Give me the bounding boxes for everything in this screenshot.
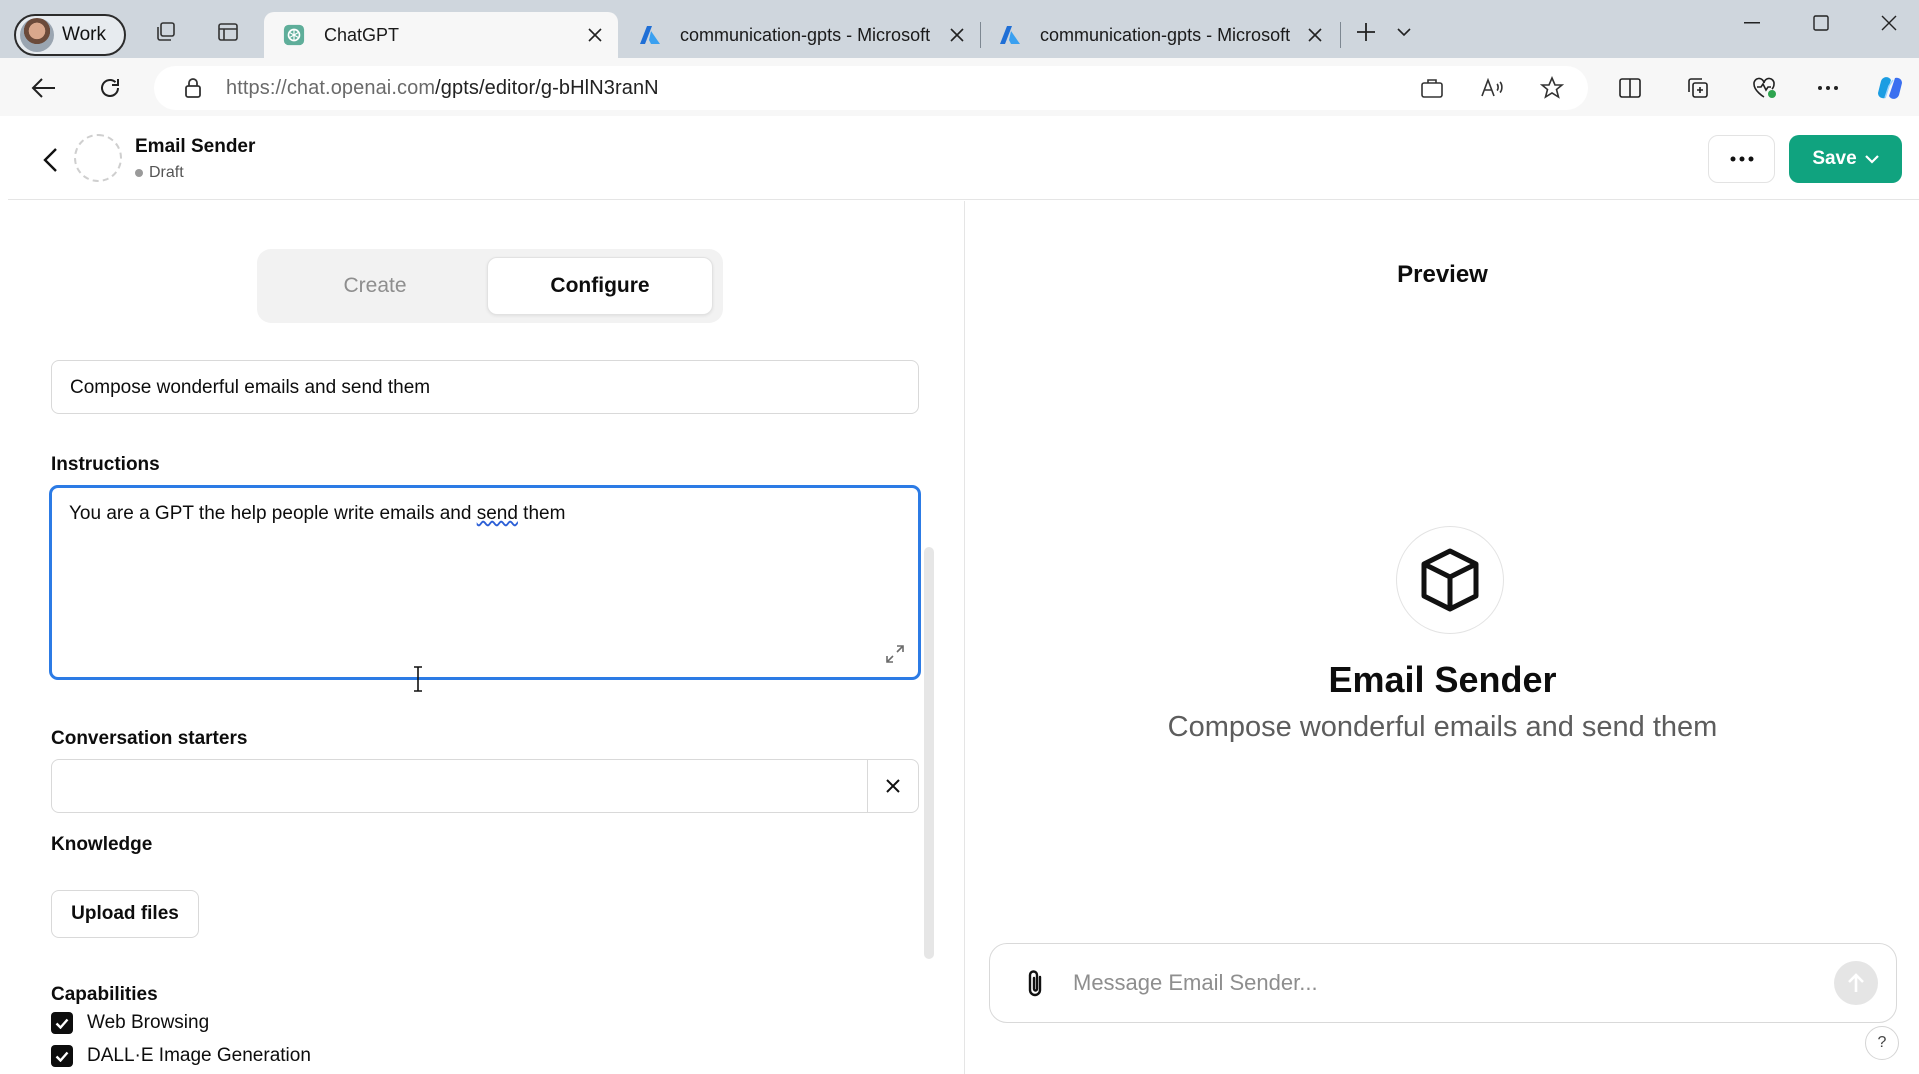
- status-badge: Draft: [135, 164, 184, 182]
- profile-label: Work: [62, 24, 106, 45]
- instructions-value: You are a GPT the help people write emai…: [69, 503, 565, 525]
- url-text: https://chat.openai.com/gpts/editor/g-bH…: [226, 77, 659, 100]
- tab-chatgpt[interactable]: ChatGPT: [264, 12, 618, 58]
- close-tab-icon[interactable]: [942, 20, 972, 50]
- close-tab-icon[interactable]: [1300, 20, 1330, 50]
- description-value: Compose wonderful emails and send them: [70, 377, 431, 398]
- message-input-placeholder: Message Email Sender...: [1073, 970, 1318, 995]
- close-icon: [885, 779, 900, 793]
- description-field[interactable]: Compose wonderful emails and send them: [51, 360, 919, 414]
- editor-header: Email Sender Draft Save: [8, 118, 1919, 200]
- create-configure-switch: Create Configure: [257, 249, 723, 323]
- conversation-starter-input[interactable]: [52, 760, 868, 812]
- read-aloud-icon[interactable]: [1477, 73, 1507, 103]
- maximize-icon[interactable]: [1801, 8, 1841, 38]
- scrollbar-thumb[interactable]: [924, 547, 934, 959]
- preview-title: Preview: [1397, 261, 1488, 288]
- close-tab-icon[interactable]: [580, 20, 610, 50]
- capabilities-label: Capabilities: [51, 984, 158, 1005]
- preview-gpt-description: Compose wonderful emails and send them: [1167, 711, 1718, 743]
- tab-configure[interactable]: Configure: [487, 257, 713, 315]
- save-label: Save: [1812, 148, 1857, 169]
- chevron-down-icon: [1864, 154, 1879, 164]
- url-bar[interactable]: https://chat.openai.com/gpts/editor/g-bH…: [154, 66, 1588, 110]
- ellipsis-icon: [1730, 156, 1753, 162]
- more-options-button[interactable]: [1708, 135, 1775, 183]
- text-cursor-icon: [414, 666, 422, 692]
- azure-favicon-icon: [638, 23, 662, 47]
- instructions-textarea[interactable]: You are a GPT the help people write emai…: [49, 485, 921, 680]
- capability-web-browsing[interactable]: Web Browsing: [51, 1012, 209, 1034]
- message-composer[interactable]: Message Email Sender...: [989, 943, 1897, 1023]
- instructions-text-end: them: [517, 503, 566, 524]
- capability-dalle[interactable]: DALL·E Image Generation: [51, 1045, 311, 1067]
- tab-separator: [1340, 22, 1341, 48]
- remove-starter-button[interactable]: [867, 760, 918, 812]
- instructions-label: Instructions: [51, 454, 160, 475]
- tab-title: communication-gpts - Microsoft: [680, 24, 931, 45]
- settings-more-icon[interactable]: [1812, 72, 1844, 104]
- browser-tab-bar: Work ChatGPT communication-gpts - Micros…: [0, 0, 1919, 58]
- arrow-up-icon: [1848, 973, 1864, 992]
- workspaces-icon[interactable]: [152, 18, 180, 46]
- azure-favicon-icon: [998, 23, 1022, 47]
- tab-separator: [980, 22, 981, 48]
- profile-avatar: [20, 18, 54, 52]
- checkbox-checked-icon[interactable]: [51, 1012, 73, 1034]
- gpt-avatar-preview: [1396, 526, 1504, 634]
- close-window-icon[interactable]: [1869, 8, 1909, 38]
- gpt-name: Email Sender: [135, 136, 256, 157]
- url-path: /gpts/editor/g-bHlN3ranN: [435, 76, 659, 99]
- collections-icon[interactable]: [1682, 72, 1714, 104]
- browser-address-bar: https://chat.openai.com/gpts/editor/g-bH…: [0, 58, 1919, 116]
- status-text: Draft: [149, 164, 184, 181]
- expand-icon[interactable]: [884, 643, 906, 665]
- app-available-icon[interactable]: [1417, 73, 1447, 103]
- url-host: https://chat.openai.com: [226, 76, 436, 99]
- browser-essentials-icon[interactable]: [1748, 72, 1780, 104]
- instructions-text-start: You are a GPT the help people write emai…: [69, 503, 477, 524]
- refresh-icon[interactable]: [94, 72, 126, 104]
- capability-label: Web Browsing: [87, 1012, 210, 1033]
- minimize-icon[interactable]: [1732, 8, 1772, 38]
- knowledge-label: Knowledge: [51, 834, 153, 855]
- checkbox-checked-icon[interactable]: [51, 1045, 73, 1067]
- configure-panel: Create Configure Compose wonderful email…: [8, 201, 963, 1074]
- paperclip-icon[interactable]: [1020, 968, 1050, 1000]
- upload-files-button[interactable]: Upload files: [51, 890, 199, 938]
- capability-label: DALL·E Image Generation: [87, 1045, 311, 1066]
- preview-gpt-name: Email Sender: [1328, 659, 1557, 700]
- cube-icon: [1421, 548, 1479, 612]
- lock-icon[interactable]: [180, 77, 206, 99]
- tab-communication-gpts-2[interactable]: communication-gpts - Microsoft: [982, 12, 1338, 58]
- tab-communication-gpts-1[interactable]: communication-gpts - Microsoft: [622, 12, 980, 58]
- split-screen-icon[interactable]: [1614, 72, 1646, 104]
- preview-panel: Preview Email Sender Compose wonderful e…: [964, 201, 1919, 1074]
- spellcheck-word[interactable]: send: [477, 503, 518, 524]
- conversation-starter-row: [51, 759, 919, 813]
- tab-list-chevron-icon[interactable]: [1390, 18, 1418, 46]
- favorite-star-icon[interactable]: [1537, 73, 1567, 103]
- help-button[interactable]: ?: [1865, 1026, 1899, 1060]
- copilot-icon[interactable]: [1874, 72, 1906, 104]
- tab-title: ChatGPT: [324, 24, 400, 45]
- status-dot-icon: [135, 169, 143, 177]
- tab-create[interactable]: Create: [265, 257, 485, 315]
- back-arrow-icon[interactable]: [28, 72, 60, 104]
- gpt-editor-page: Email Sender Draft Save Create Configure…: [8, 118, 1919, 1074]
- profile-button[interactable]: Work: [14, 14, 126, 56]
- send-button[interactable]: [1834, 961, 1878, 1005]
- conversation-starters-label: Conversation starters: [51, 728, 248, 749]
- new-tab-icon[interactable]: [1352, 18, 1380, 46]
- back-chevron-icon[interactable]: [34, 144, 66, 176]
- tab-title: communication-gpts - Microsoft: [1040, 24, 1291, 45]
- vertical-tabs-icon[interactable]: [214, 18, 242, 46]
- save-button[interactable]: Save: [1789, 135, 1902, 183]
- chatgpt-favicon-icon: [282, 23, 306, 47]
- gpt-avatar-placeholder[interactable]: [74, 134, 122, 182]
